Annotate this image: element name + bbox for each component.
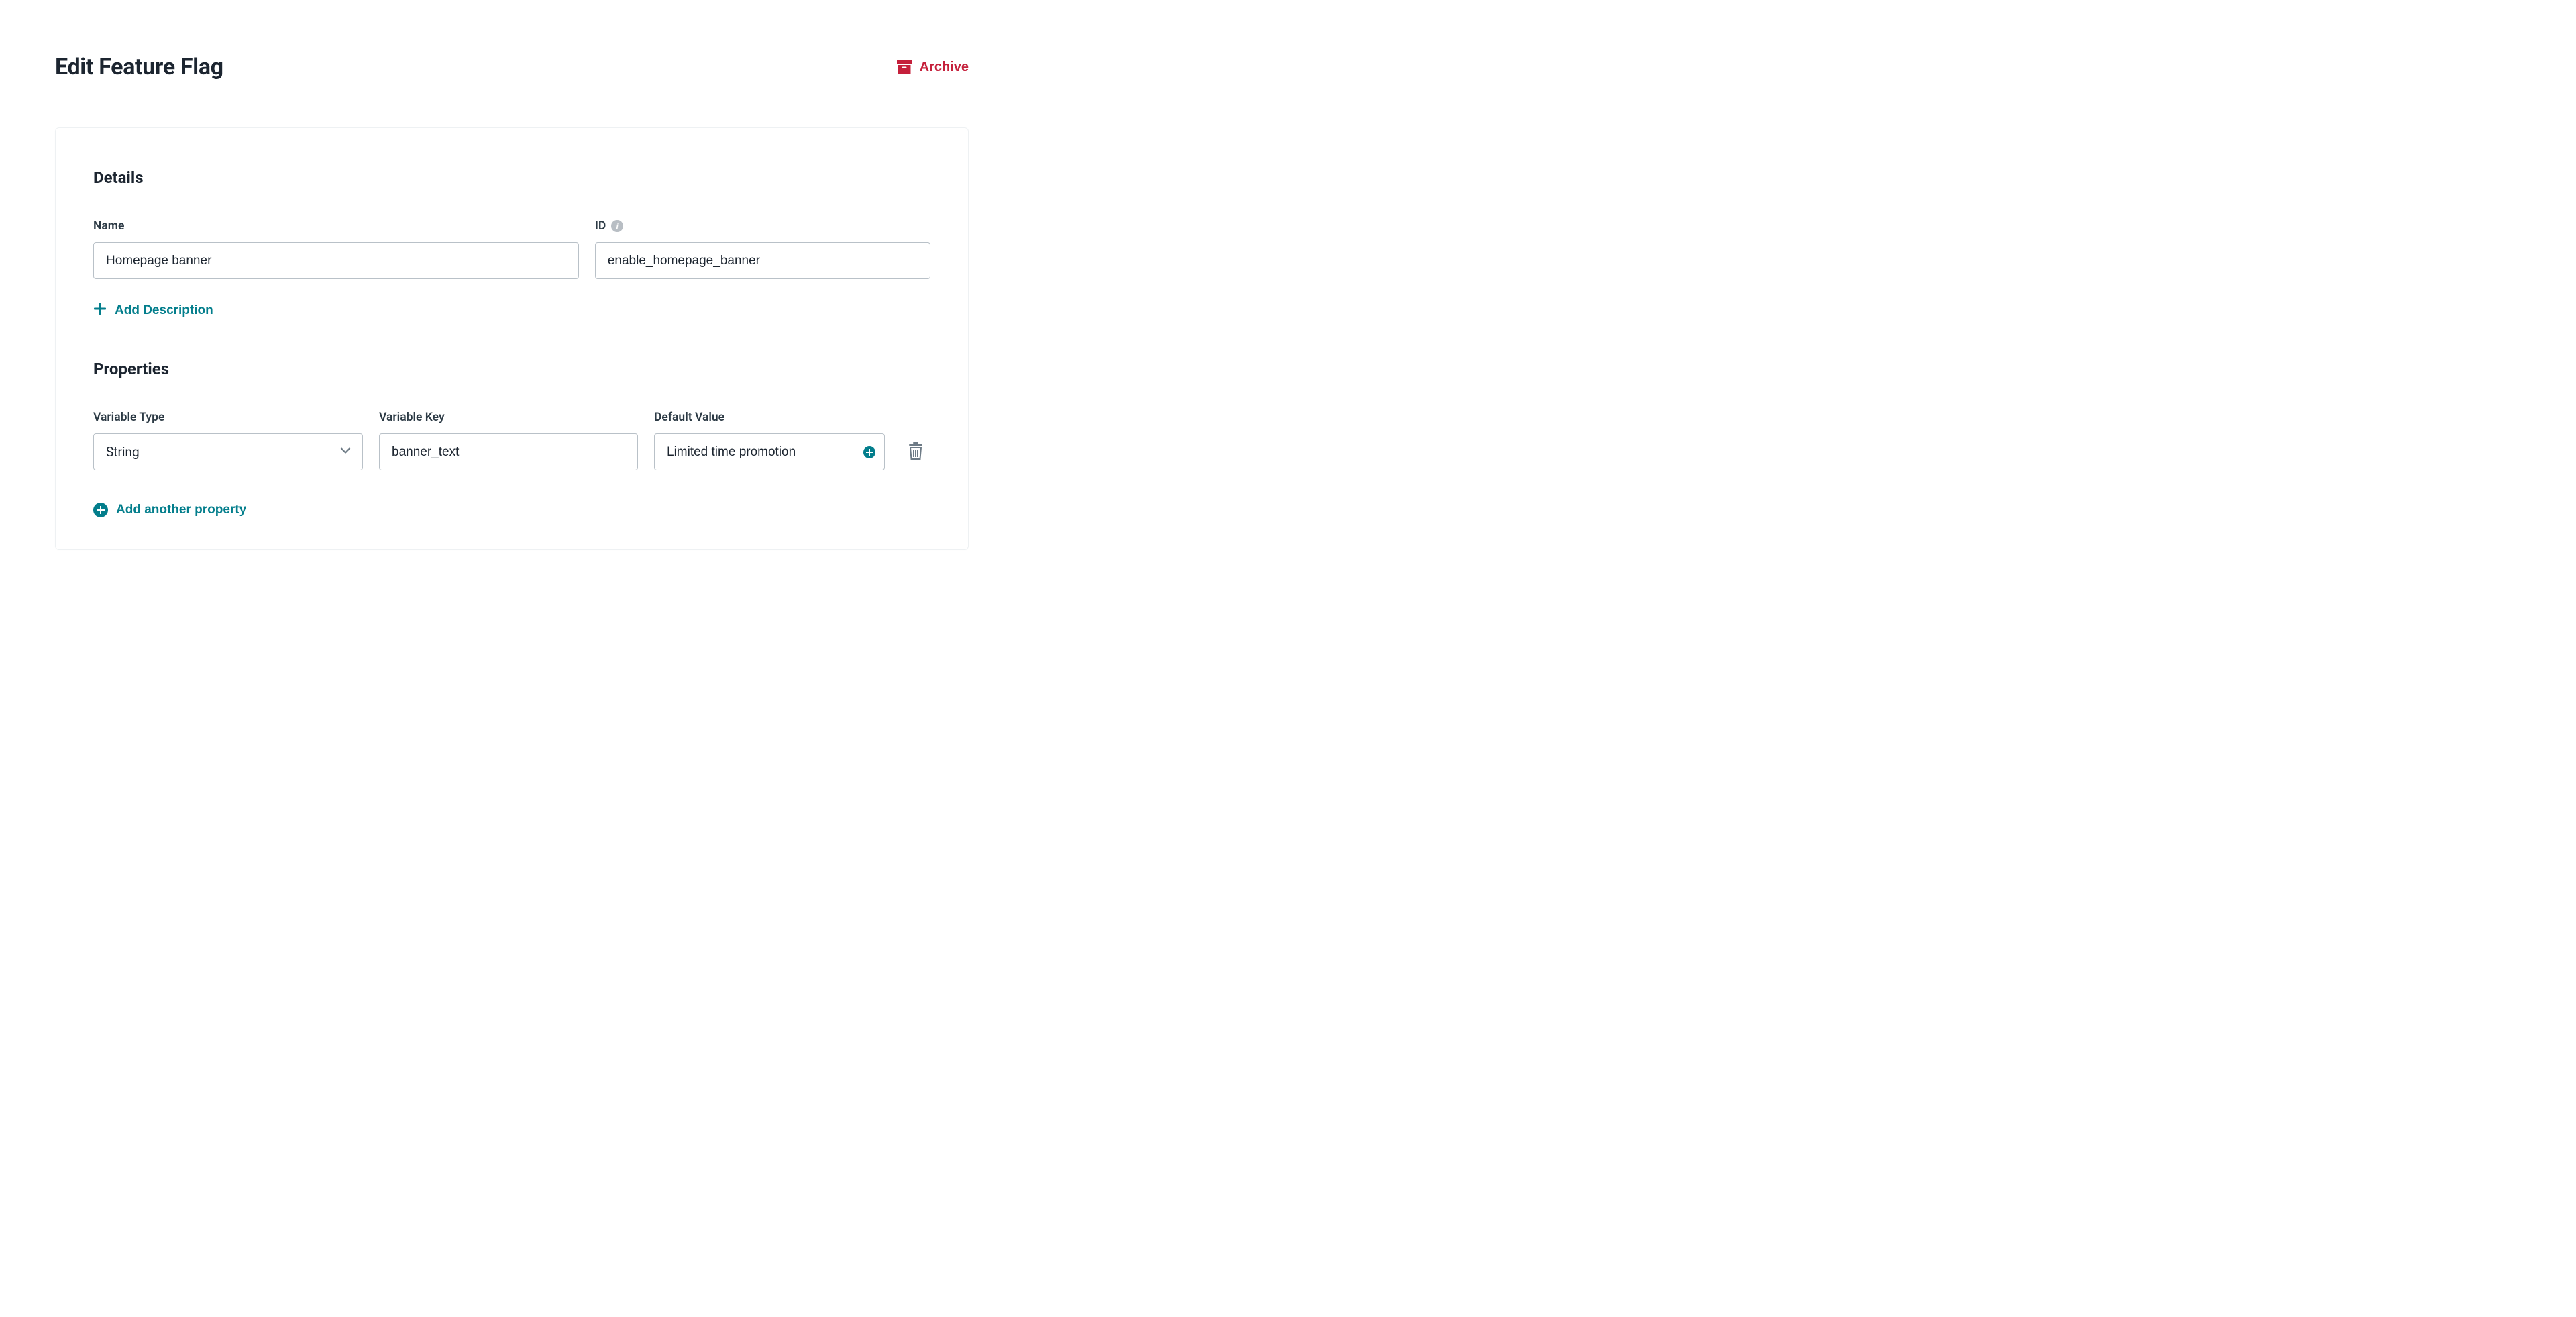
name-field: Name: [93, 219, 579, 279]
trash-icon: [908, 442, 924, 462]
delete-property-button[interactable]: [901, 442, 930, 462]
details-row: Name ID i: [93, 219, 930, 279]
details-section-title: Details: [93, 168, 930, 187]
add-another-property-label: Add another property: [116, 503, 246, 517]
variable-key-label: Variable Key: [379, 411, 638, 424]
properties-header-row: Variable Type Variable Key Default Value: [93, 411, 930, 424]
id-field: ID i: [595, 219, 930, 279]
add-variation-icon[interactable]: [863, 446, 875, 458]
default-value-wrap: [654, 433, 885, 470]
page-root: Edit Feature Flag Archive Details Name I…: [0, 54, 1024, 550]
archive-label: Archive: [920, 60, 969, 75]
properties-section-title: Properties: [93, 360, 930, 378]
info-icon[interactable]: i: [611, 220, 623, 232]
page-header: Edit Feature Flag Archive: [55, 54, 969, 81]
default-value-input[interactable]: [654, 433, 885, 470]
add-another-property-button[interactable]: Add another property: [93, 503, 246, 517]
chevron-down-icon: [339, 444, 352, 460]
variable-type-label: Variable Type: [93, 411, 363, 424]
name-input[interactable]: [93, 242, 579, 279]
id-label: ID i: [595, 219, 930, 233]
content-card: Details Name ID i Add Descripti: [55, 127, 969, 550]
archive-icon: [897, 60, 912, 74]
plus-icon: [93, 302, 107, 319]
add-description-button[interactable]: Add Description: [93, 302, 213, 319]
id-input[interactable]: [595, 242, 930, 279]
variable-type-select[interactable]: String: [93, 433, 363, 470]
property-row: String: [93, 433, 930, 470]
name-label: Name: [93, 219, 579, 233]
variable-type-value: String: [106, 444, 140, 460]
id-label-text: ID: [595, 219, 606, 233]
default-value-label: Default Value: [654, 411, 885, 424]
archive-button[interactable]: Archive: [897, 60, 969, 75]
plus-circle-icon: [93, 503, 108, 517]
variable-key-input[interactable]: [379, 433, 638, 470]
add-description-label: Add Description: [115, 303, 213, 318]
page-title: Edit Feature Flag: [55, 54, 223, 81]
